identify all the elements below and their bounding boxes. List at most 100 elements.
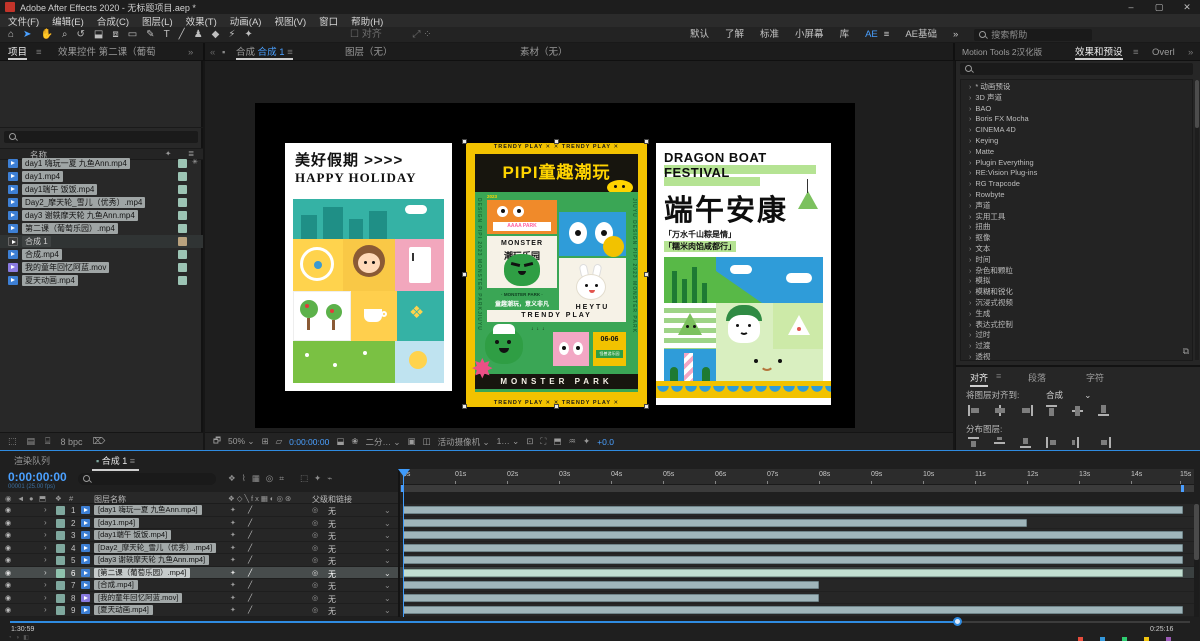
- project-item-name[interactable]: day3 谢轶摩天轮 九鱼Ann.mp4: [22, 210, 138, 221]
- timeline-view-option-icons[interactable]: ❖⌇▦◎⌗: [228, 473, 290, 484]
- chevron-down-icon[interactable]: ⌄: [384, 594, 391, 603]
- effect-category[interactable]: › 生成: [969, 309, 990, 319]
- chevron-down-icon[interactable]: ⌄: [384, 531, 391, 540]
- expand-chevron-icon[interactable]: ›: [44, 593, 47, 602]
- label-color-swatch[interactable]: [178, 263, 187, 272]
- fast-preview-icon[interactable]: ⛶: [540, 436, 546, 447]
- trash-icon[interactable]: ⌦: [92, 436, 105, 447]
- layer-duration-bar[interactable]: [403, 543, 1183, 552]
- composition-canvas[interactable]: 美好假期 >>>> HAPPY HOLIDAY ❖ TRENDY PLAY ✕ …: [255, 103, 855, 428]
- effect-category[interactable]: › Boris FX Mocha: [969, 114, 1029, 124]
- timeline-layer-row[interactable]: ◉ › 1 [day1 嗨玩一夏 九鱼Ann.mp4] ✦ ╱ ◎ 无 ⌄: [0, 504, 398, 517]
- align-v-center-icon[interactable]: [1072, 405, 1085, 416]
- expand-chevron-icon[interactable]: ›: [44, 555, 47, 564]
- quality-slash-icon[interactable]: ╱: [248, 519, 252, 527]
- align-panel-menu-icon[interactable]: ≡: [996, 371, 1001, 381]
- new-composition-icon[interactable]: ⌸: [45, 436, 50, 447]
- effect-category[interactable]: › 杂色和颗粒: [969, 266, 1013, 276]
- parent-pickwhip-icon[interactable]: ◎: [312, 569, 318, 577]
- effect-category[interactable]: › RG Trapcode: [969, 179, 1020, 189]
- eraser-tool-icon[interactable]: ◆: [212, 28, 220, 42]
- project-item-name[interactable]: 合成 1: [22, 236, 51, 247]
- project-item-name[interactable]: day1端午 饭饭.mp4: [22, 184, 98, 195]
- layer-duration-bar[interactable]: [403, 531, 1183, 539]
- layer-name-chip[interactable]: [我的童年回忆阿蓝.mov]: [94, 592, 183, 603]
- tab-character[interactable]: 字符: [1086, 371, 1104, 384]
- project-item-row[interactable]: day1 嗨玩一夏 九鱼Ann.mp4 ✳: [0, 157, 203, 170]
- poster-happy-holiday[interactable]: 美好假期 >>>> HAPPY HOLIDAY ❖: [285, 143, 452, 391]
- align-bottom-icon[interactable]: [1098, 405, 1111, 416]
- clone-stamp-tool-icon[interactable]: ♟: [194, 28, 203, 42]
- selection-handle[interactable]: [644, 404, 649, 409]
- maximize-button[interactable]: ▢: [1146, 0, 1172, 14]
- parent-pickwhip-icon[interactable]: ◎: [312, 531, 318, 539]
- timeline-search-field[interactable]: [78, 473, 216, 485]
- expand-chevron-icon[interactable]: ›: [44, 530, 47, 539]
- parent-dropdown[interactable]: 无: [328, 519, 336, 530]
- expand-chevron-icon[interactable]: ›: [44, 568, 47, 577]
- visibility-eye-icon[interactable]: ◉: [5, 506, 11, 514]
- parent-dropdown[interactable]: 无: [328, 594, 336, 605]
- shape-tool-icon[interactable]: ▭: [128, 28, 137, 42]
- work-area-bar[interactable]: [400, 485, 1194, 492]
- label-color-swatch[interactable]: [178, 185, 187, 194]
- workspace-standard[interactable]: 标准: [760, 28, 779, 42]
- effect-category[interactable]: › BAO: [969, 104, 991, 114]
- effect-category[interactable]: › 扭曲: [969, 222, 990, 232]
- align-top-icon[interactable]: [1046, 405, 1059, 416]
- label-color-swatch[interactable]: [178, 224, 187, 233]
- project-item-row[interactable]: day3 谢轶摩天轮 九鱼Ann.mp4: [0, 209, 203, 222]
- visibility-eye-icon[interactable]: ◉: [5, 569, 11, 577]
- selection-tool-icon[interactable]: ➤: [23, 28, 31, 42]
- layer-name-chip[interactable]: [day1端午 饭饭.mp4]: [94, 530, 172, 540]
- grid-guides-icon[interactable]: ⊞: [261, 436, 268, 447]
- project-item-row[interactable]: day1.mp4: [0, 170, 203, 183]
- workspace-default[interactable]: 默认: [690, 28, 709, 42]
- parent-pickwhip-icon[interactable]: ◎: [312, 556, 318, 564]
- label-color-swatch[interactable]: [178, 276, 187, 285]
- effect-category[interactable]: › 声道: [969, 201, 990, 211]
- workspace-overflow-icon[interactable]: »: [953, 28, 958, 42]
- label-color-swatch[interactable]: [56, 543, 65, 553]
- layer-duration-bar[interactable]: [403, 518, 1027, 527]
- right-tabs-overflow-icon[interactable]: »: [1188, 45, 1193, 60]
- selection-handle[interactable]: [462, 404, 467, 409]
- effect-category[interactable]: › * 动画预设: [969, 82, 1010, 92]
- effect-category[interactable]: › Plugin Everything: [969, 158, 1034, 168]
- project-bpc-button[interactable]: 8 bpc: [60, 437, 82, 447]
- quality-slash-icon[interactable]: ╱: [248, 544, 252, 552]
- menu-window[interactable]: 窗口: [319, 14, 338, 28]
- layer-duration-bar[interactable]: [403, 606, 1183, 614]
- quality-switch-icon[interactable]: ✦: [230, 569, 236, 577]
- pan-behind-tool-icon[interactable]: ⧈: [112, 28, 118, 42]
- timeline-layer-row[interactable]: ◉ › 4 [Day2_摩天轮_雪儿（优秀）.mp4] ✦ ╱ ◎ 无 ⌄: [0, 541, 398, 554]
- tab-align[interactable]: 对齐: [970, 371, 989, 387]
- effect-category[interactable]: › RE:Vision Plug-ins: [969, 168, 1037, 178]
- timeline-footer-toggle-icons[interactable]: ◔◑◧: [8, 634, 33, 641]
- layer-name-chip[interactable]: [day1.mp4]: [94, 517, 140, 528]
- channels-icon[interactable]: ❀: [351, 436, 358, 447]
- distribute-bottom-icon[interactable]: [1020, 437, 1033, 448]
- flowchart-icon[interactable]: ♒: [568, 436, 576, 447]
- layer-duration-bar-selected[interactable]: [403, 568, 1183, 577]
- panel-resize-icon[interactable]: ⧉: [1183, 346, 1189, 357]
- label-color-swatch[interactable]: [56, 581, 65, 590]
- expand-chevron-icon[interactable]: ›: [44, 518, 47, 527]
- layer-name-chip[interactable]: [day3 谢轶摩天轮 九鱼Ann.mp4]: [94, 555, 210, 565]
- project-item-row[interactable]: 合成.mp4: [0, 248, 203, 261]
- parent-pickwhip-icon[interactable]: ◎: [312, 594, 318, 602]
- project-item-row[interactable]: 夏天动画.mp4: [0, 274, 203, 287]
- visibility-eye-icon[interactable]: ◉: [5, 531, 11, 539]
- zoom-tool-icon[interactable]: ⌕: [62, 28, 68, 42]
- parent-pickwhip-icon[interactable]: ◎: [312, 519, 318, 527]
- project-item-name[interactable]: 合成.mp4: [22, 249, 62, 260]
- project-item-name[interactable]: day1.mp4: [22, 171, 64, 182]
- effects-panel-menu-icon[interactable]: ≡: [1133, 45, 1139, 60]
- layer-name-chip[interactable]: [第二课（葡萄乐园）.mp4]: [94, 567, 191, 578]
- quality-slash-icon[interactable]: ╱: [248, 556, 252, 564]
- layer-duration-bar[interactable]: [403, 581, 819, 589]
- menu-file[interactable]: 文件(F): [8, 14, 39, 28]
- label-color-swatch[interactable]: [56, 606, 65, 615]
- parent-pickwhip-icon[interactable]: ◎: [312, 606, 318, 614]
- player-progress-knob[interactable]: [953, 617, 962, 626]
